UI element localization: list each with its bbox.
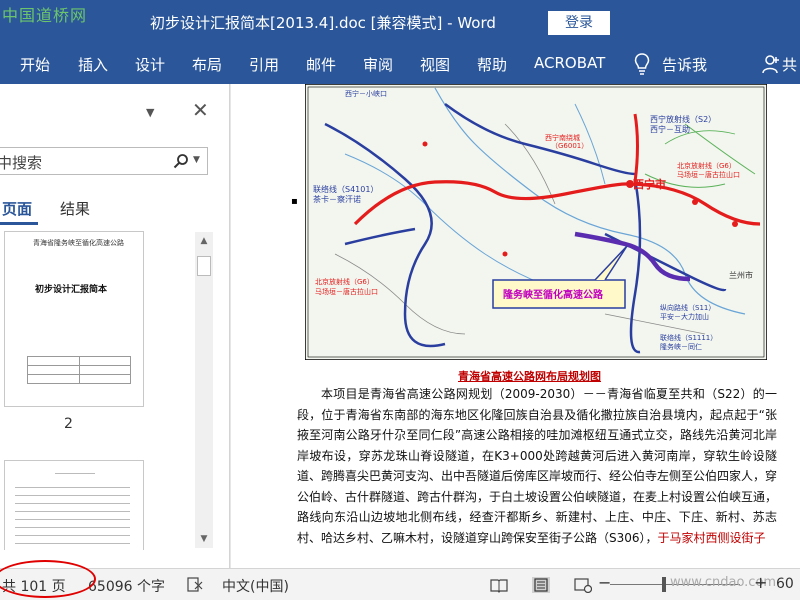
- search-placeholder: 中搜索: [0, 154, 43, 172]
- map-label-s11: 纵向路线（S11）: [660, 303, 715, 312]
- read-mode-icon[interactable]: [490, 577, 508, 593]
- map-label-g6-left-b: 马场垣－唐古拉山口: [315, 287, 378, 296]
- map-label-top: 西宁－小峡口: [345, 89, 387, 98]
- print-layout-icon[interactable]: [532, 577, 550, 593]
- map-label-lanzhou: 兰州市: [729, 270, 753, 280]
- map-label-s4101-b: 茶卡－察汗诺: [313, 194, 361, 204]
- map-label-s1111: 联络线（S1111）: [660, 333, 717, 342]
- site-watermark: 中国道桥网: [2, 6, 88, 25]
- status-bar: 共 101 页 65096 个字 中文(中国) − www.cndao.com …: [0, 568, 800, 600]
- page-thumbnail-3[interactable]: [4, 460, 144, 550]
- zoom-level[interactable]: 60: [776, 576, 794, 592]
- tab-mailings[interactable]: 邮件: [306, 54, 336, 75]
- window-title: 初步设计汇报简本[2013.4].doc [兼容模式] - Word: [150, 14, 496, 32]
- tab-references[interactable]: 引用: [249, 54, 279, 75]
- lightbulb-icon[interactable]: [634, 53, 650, 75]
- thumbnail-subtitle: 青海省隆务峡至循化高速公路: [33, 239, 124, 247]
- web-layout-icon[interactable]: [574, 577, 592, 593]
- tab-acrobat[interactable]: ACROBAT: [534, 54, 605, 72]
- scrollbar-thumb[interactable]: [197, 256, 211, 276]
- thumbnail-page-number: 2: [64, 416, 73, 432]
- page-thumbnails: 青海省隆务峡至循化高速公路 初步设计汇报简本 2: [4, 230, 194, 550]
- thumbnail-scrollbar[interactable]: ▲ ▼: [195, 232, 213, 548]
- map-label-ring: 西宁南绕城: [545, 133, 580, 142]
- map-caption: 青海省高速公路网布局规划图: [458, 370, 601, 383]
- thumbnail-table: [27, 356, 131, 384]
- scroll-down-icon[interactable]: ▼: [195, 530, 213, 548]
- login-button[interactable]: 登录: [548, 11, 610, 35]
- close-icon[interactable]: ✕: [192, 98, 209, 122]
- map-label-s4101: 联络线（S4101）: [313, 184, 378, 194]
- zoom-slider-handle[interactable]: [662, 577, 666, 592]
- map-label-s22: 西宁－互助: [650, 124, 690, 134]
- tab-review[interactable]: 审阅: [363, 54, 393, 75]
- paragraph-text: 本项目是青海省高速公路网规划（2009-2030）－－青海省临夏至共和（S22）…: [297, 387, 778, 545]
- tab-layout[interactable]: 布局: [192, 54, 222, 75]
- active-tab-indicator: [0, 222, 38, 225]
- page-thumbnail-2[interactable]: 青海省隆务峡至循化高速公路 初步设计汇报简本: [4, 231, 144, 407]
- search-icon[interactable]: [173, 153, 189, 169]
- nav-search-input[interactable]: 中搜索 ▼: [0, 147, 208, 175]
- share-label[interactable]: 共: [782, 54, 797, 75]
- thumbnail-title: 初步设计汇报简本: [35, 285, 108, 295]
- tab-home[interactable]: 开始: [20, 54, 50, 75]
- navigation-pane: ▼ ✕ 中搜索 ▼ 页面 结果 青海省隆务峡至循化高速公路 初步设计汇报简本 2: [0, 84, 230, 568]
- paragraph-red-text: 于马家村西侧设街子: [657, 530, 766, 545]
- zoom-in-icon[interactable]: +: [754, 573, 767, 592]
- zoom-out-icon[interactable]: −: [598, 573, 611, 592]
- map-label-s1111-b: 隆务峡－同仁: [660, 342, 702, 351]
- tab-design[interactable]: 设计: [135, 54, 165, 75]
- map-label-g6-right-b: 马场垣－唐古拉山口: [677, 170, 740, 179]
- map-label-g6-right: 北京放射线（G6）: [677, 161, 736, 170]
- map-label-s22-code: 西宁放射线（S2）: [650, 114, 716, 124]
- map-label-s11-b: 平安－大力加山: [660, 312, 709, 321]
- language-indicator[interactable]: 中文(中国): [222, 576, 289, 596]
- map-label-ring-code: （G6001）: [551, 142, 588, 150]
- proofing-icon[interactable]: [186, 577, 204, 593]
- nav-tab-pages[interactable]: 页面: [2, 198, 32, 219]
- document-area[interactable]: ▪ 西宁－小峡口 西宁南绕城 （G6001） 西宁放射线（S2） 西宁－互助 北…: [231, 84, 800, 568]
- scroll-up-icon[interactable]: ▲: [195, 232, 213, 250]
- pane-options-chevron-icon[interactable]: ▼: [146, 106, 154, 119]
- body-paragraph: 本项目是青海省高速公路网规划（2009-2030）－－青海省临夏至共和（S22）…: [297, 384, 777, 548]
- tab-view[interactable]: 视图: [420, 54, 450, 75]
- ribbon-tabs: 开始 插入 设计 布局 引用 邮件 审阅 视图 帮助 ACROBAT 告诉我 共: [0, 44, 800, 84]
- map-label-xining: 西宁市: [633, 177, 666, 191]
- tell-me-label[interactable]: 告诉我: [662, 54, 707, 75]
- share-person-icon[interactable]: [762, 54, 780, 74]
- map-callout-label: 隆务峡至循化高速公路: [503, 288, 604, 301]
- title-bar: 中国道桥网 初步设计汇报简本[2013.4].doc [兼容模式] - Word…: [0, 0, 800, 44]
- bullet-dot: ▪: [291, 196, 298, 207]
- tab-help[interactable]: 帮助: [477, 54, 507, 75]
- highway-network-map: 西宁－小峡口 西宁南绕城 （G6001） 西宁放射线（S2） 西宁－互助 北京放…: [305, 84, 767, 360]
- map-label-g6-left: 北京放射线（G6）: [315, 277, 374, 286]
- tab-insert[interactable]: 插入: [78, 54, 108, 75]
- nav-tab-results[interactable]: 结果: [60, 198, 90, 219]
- search-options-chevron-icon[interactable]: ▼: [193, 155, 200, 165]
- word-count[interactable]: 65096 个字: [88, 576, 165, 596]
